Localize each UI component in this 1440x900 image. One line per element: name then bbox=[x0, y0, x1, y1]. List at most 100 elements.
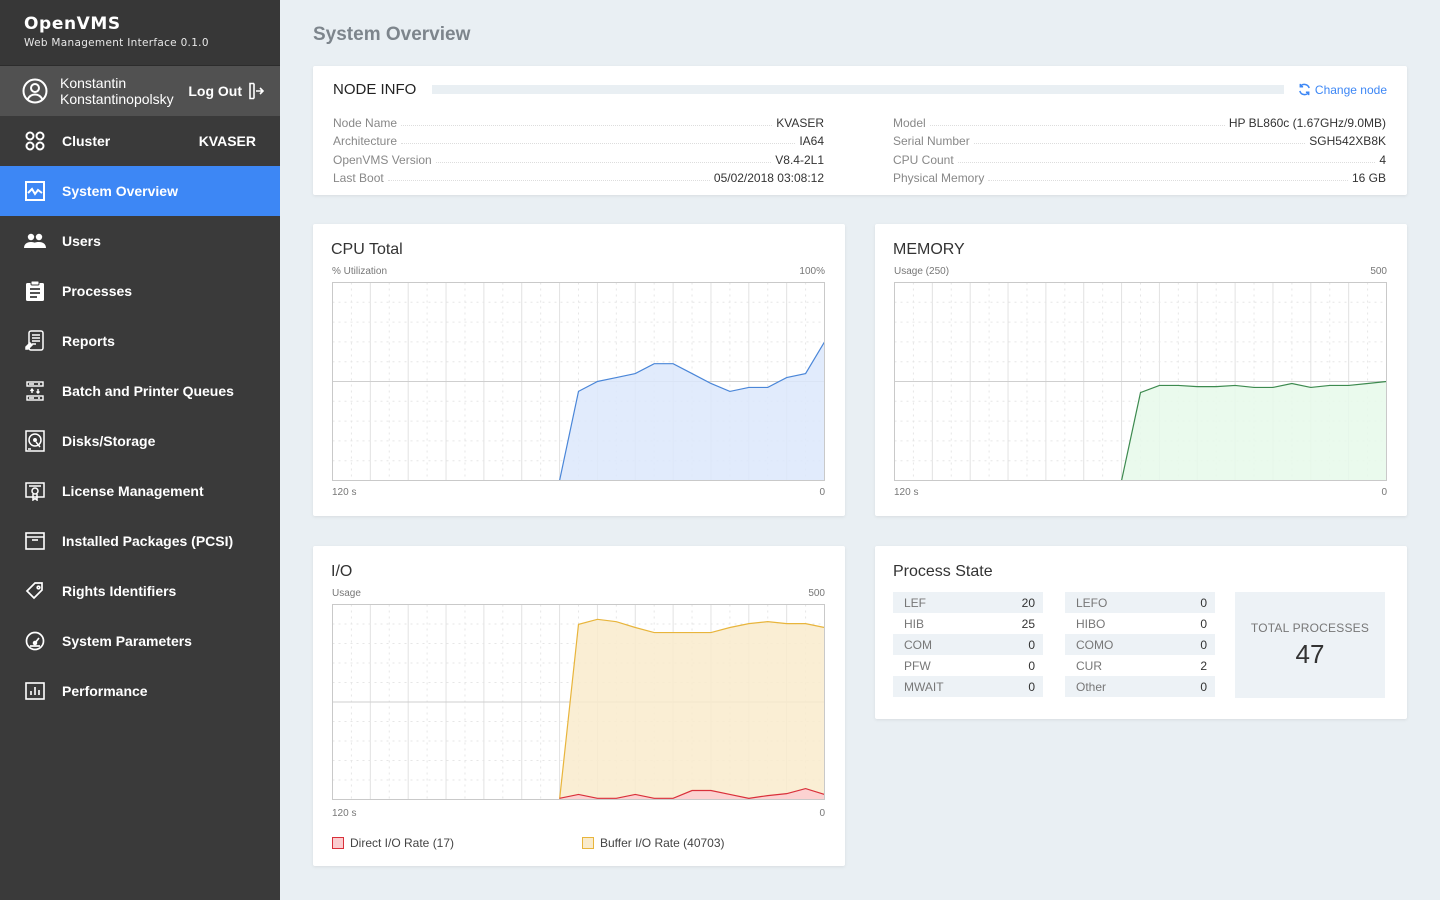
sidebar-item-processes[interactable]: Processes bbox=[0, 266, 280, 316]
state-name: LEF bbox=[904, 595, 927, 610]
sidebar-item-license-management[interactable]: License Management bbox=[0, 466, 280, 516]
state-name: PFW bbox=[904, 658, 931, 673]
sidebar-item-label: Reports bbox=[62, 333, 115, 349]
node-info-divider bbox=[432, 85, 1284, 94]
process-state-row: CUR 2 bbox=[1065, 655, 1215, 676]
user-first-name: Konstantin bbox=[60, 75, 127, 91]
node-info-left: Node Name KVASER Architecture IA64 OpenVMS… bbox=[333, 111, 824, 186]
sidebar-item-label: License Management bbox=[62, 483, 204, 499]
sidebar-item-system-overview[interactable]: System Overview bbox=[0, 166, 280, 216]
node-info-card: NODE INFO Change node Node Name KVASER Ar… bbox=[313, 66, 1407, 195]
cluster-icon bbox=[24, 130, 46, 152]
node-info-key: Node Name bbox=[333, 115, 398, 130]
disk-icon bbox=[24, 430, 46, 452]
leader-dots bbox=[387, 180, 710, 181]
sidebar-item-label: Batch and Printer Queues bbox=[62, 383, 234, 399]
node-info-row: CPU Count 4 bbox=[893, 148, 1386, 167]
sidebar-item-batch-printer-queues[interactable]: Batch and Printer Queues bbox=[0, 366, 280, 416]
legend-item-direct-io: Direct I/O Rate (17) bbox=[332, 836, 454, 850]
state-name: LEFO bbox=[1076, 595, 1108, 610]
state-count: 0 bbox=[1028, 658, 1035, 673]
state-name: CUR bbox=[1076, 658, 1102, 673]
users-icon bbox=[24, 230, 46, 252]
node-info-value: IA64 bbox=[799, 134, 824, 148]
activity-chart-icon bbox=[24, 180, 46, 202]
node-info-key: Physical Memory bbox=[893, 171, 985, 185]
leader-dots bbox=[929, 124, 1225, 126]
gauge-icon bbox=[24, 630, 46, 652]
state-count: 20 bbox=[1021, 595, 1035, 610]
user-last-name: Konstantinopolsky bbox=[60, 91, 174, 107]
legend-swatch-direct-io bbox=[332, 837, 344, 849]
process-state-row: LEFO 0 bbox=[1065, 592, 1215, 613]
process-state-row: MWAIT 0 bbox=[893, 676, 1043, 697]
sidebar-item-cluster[interactable]: Cluster KVASER bbox=[0, 116, 280, 166]
sidebar-item-label: Users bbox=[62, 233, 101, 249]
sidebar-item-installed-packages[interactable]: Installed Packages (PCSI) bbox=[0, 516, 280, 566]
node-info-value: 05/02/2018 03:08:12 bbox=[713, 171, 824, 185]
sidebar-item-rights-identifiers[interactable]: Rights Identifiers bbox=[0, 566, 280, 616]
io-y-label: Usage bbox=[332, 588, 361, 599]
node-info-key: Model bbox=[893, 115, 926, 130]
change-node-button[interactable]: Change node bbox=[1298, 83, 1387, 97]
sidebar-item-label: Disks/Storage bbox=[62, 433, 156, 449]
logout-label: Log Out bbox=[188, 83, 242, 99]
logout-button[interactable]: Log Out bbox=[188, 82, 264, 100]
state-count: 25 bbox=[1021, 616, 1035, 631]
process-state-row: Other 0 bbox=[1065, 676, 1215, 697]
node-info-key: Last Boot bbox=[333, 171, 384, 185]
io-ymax-label: 500 bbox=[808, 588, 825, 599]
tag-icon bbox=[24, 580, 46, 602]
process-state-table-left: LEF 20 HIB 25 COM 0 PFW 0 MWAIT 0 bbox=[893, 592, 1043, 697]
cpu-ymax-label: 100% bbox=[799, 266, 825, 277]
legend-label-buffer-io: Buffer I/O Rate (40703) bbox=[600, 836, 725, 850]
state-count: 2 bbox=[1200, 658, 1207, 673]
cpu-chart bbox=[332, 282, 825, 481]
leader-dots bbox=[957, 161, 1376, 163]
cpu-chart-card: CPU Total % Utilization 100% 120 s 0 bbox=[313, 224, 845, 516]
node-info-value: KVASER bbox=[776, 115, 824, 130]
node-info-row: Serial Number SGH542XB8K bbox=[893, 130, 1386, 148]
node-info-value: 16 GB bbox=[1351, 171, 1386, 185]
memory-y-label: Usage (250) bbox=[894, 266, 950, 277]
node-info-key: Architecture bbox=[333, 134, 398, 148]
change-node-label: Change node bbox=[1314, 82, 1387, 97]
cluster-name: KVASER bbox=[198, 133, 256, 149]
memory-chart bbox=[894, 282, 1387, 481]
clipboard-icon bbox=[24, 280, 46, 302]
report-icon bbox=[24, 330, 46, 352]
node-info-value: 4 bbox=[1379, 152, 1386, 167]
certificate-icon bbox=[24, 480, 46, 502]
page-title: System Overview bbox=[313, 24, 471, 45]
process-state-title: Process State bbox=[893, 563, 993, 580]
series-area-cpu bbox=[559, 341, 825, 481]
package-icon bbox=[24, 530, 46, 552]
node-info-key: CPU Count bbox=[893, 152, 954, 167]
process-state-row: COM 0 bbox=[893, 634, 1043, 655]
node-info-value: SGH542XB8K bbox=[1309, 134, 1386, 148]
state-count: 0 bbox=[1200, 637, 1207, 652]
node-info-key: Serial Number bbox=[893, 134, 970, 148]
sidebar-item-disks-storage[interactable]: Disks/Storage bbox=[0, 416, 280, 466]
sidebar-item-users[interactable]: Users bbox=[0, 216, 280, 266]
process-state-row: HIB 25 bbox=[893, 613, 1043, 634]
series-area-buffer-i-o-rate-40703 bbox=[559, 619, 825, 800]
logout-icon bbox=[249, 82, 264, 100]
sidebar-nav: Cluster KVASER System Overview Users Pro… bbox=[0, 116, 280, 716]
node-info-row: OpenVMS Version V8.4-2L1 bbox=[333, 148, 824, 167]
legend-item-buffer-io: Buffer I/O Rate (40703) bbox=[582, 836, 725, 850]
io-x-start-label: 120 s bbox=[332, 808, 357, 819]
sidebar-item-reports[interactable]: Reports bbox=[0, 316, 280, 366]
memory-x-start-label: 120 s bbox=[894, 487, 919, 498]
io-x-end-label: 0 bbox=[819, 808, 825, 819]
sidebar-item-system-parameters[interactable]: System Parameters bbox=[0, 616, 280, 666]
leader-dots bbox=[973, 143, 1306, 144]
total-processes-panel: TOTAL PROCESSES 47 bbox=[1235, 592, 1385, 698]
cpu-y-label: % Utilization bbox=[332, 266, 388, 277]
sidebar-item-performance[interactable]: Performance bbox=[0, 666, 280, 716]
node-info-row: Last Boot 05/02/2018 03:08:12 bbox=[333, 167, 824, 185]
main-content: System Overview NODE INFO Change node No… bbox=[280, 0, 1440, 900]
leader-dots bbox=[435, 161, 772, 163]
state-count: 0 bbox=[1028, 637, 1035, 652]
process-state-row: COMO 0 bbox=[1065, 634, 1215, 655]
